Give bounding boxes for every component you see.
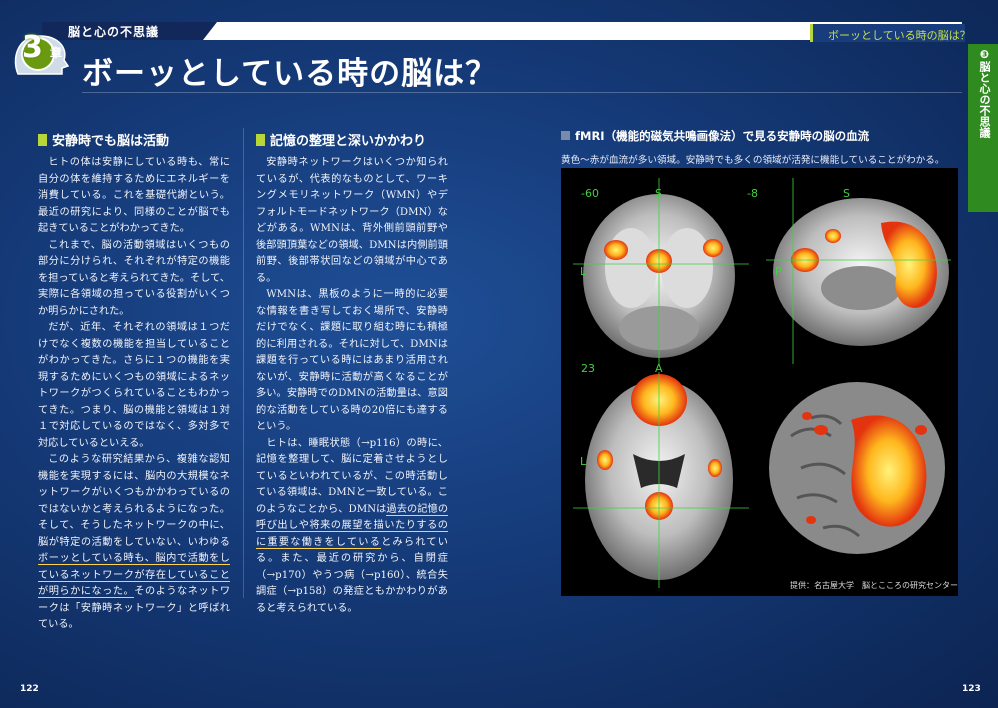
paragraph: WMNは、黒板のように一時的に必要な情報を書き写しておく場所で、安静時だけでなく… — [256, 289, 448, 432]
coronal-side-label: S — [655, 187, 662, 200]
axial-number-label: 23 — [581, 362, 595, 375]
figure-credit: 提供：名古屋大学 脳とこころの研究センター — [790, 581, 958, 590]
running-title: ボーッとしている時の脳は？ — [828, 29, 971, 42]
column-1-body: ヒトの体は安静にしている時も、常に自分の体を維持するためにエネルギーを消費してい… — [38, 155, 230, 634]
fmri-figure — [561, 168, 958, 596]
figure-caption: 黄色～赤が血流が多い領域。安静時でも多くの領域が活発に機能していることがわかる。 — [561, 155, 945, 166]
sagittal-number-label: -8 — [747, 187, 758, 200]
sagittal-marker: P — [775, 265, 782, 278]
figure-marker-icon — [561, 131, 570, 140]
column-2-body: 安静時ネットワークはいくつか知られているが、代表的なものとして、ワーキングメモリ… — [256, 155, 449, 618]
coronal-number-label: -60 — [581, 187, 599, 200]
chapter-side-tab-label: ❸脳と心の不思議 — [978, 48, 991, 138]
figure-title-text: fMRI（機能的磁気共鳴画像法）で見る安静時の脳の血流 — [575, 129, 870, 143]
surface-render — [769, 382, 945, 554]
sagittal-slice — [766, 178, 951, 364]
paragraph-text: このような研究結果から、複雑な認知機能を実現するには、脳内の大規模なネットワーク… — [38, 454, 230, 548]
chapter-number: 3 — [22, 30, 43, 65]
coronal-slice — [573, 178, 749, 364]
sagittal-side-label: S — [843, 187, 850, 200]
column-2-heading: 記憶の整理と深いかかわり — [256, 130, 426, 149]
paragraph: だが、近年、それぞれの領域は１つだけでなく複数の機能を担当していることがわかって… — [38, 322, 230, 449]
chapter-label: 章 — [50, 46, 63, 60]
paragraph-text: ヒトは、睡眠状態（→p116）の時に、記憶を整理して、脳に定着させようとしている… — [256, 437, 448, 515]
paragraph: 安静時ネットワークはいくつか知られているが、代表的なものとして、ワーキングメモリ… — [256, 157, 448, 284]
axial-side-label: A — [655, 362, 663, 375]
page-number-right: 123 — [962, 684, 981, 694]
section-tag: 脳と心の不思議 — [68, 25, 160, 39]
figure-title: fMRI（機能的磁気共鳴画像法）で見る安静時の脳の血流 — [561, 128, 869, 144]
column-1-heading: 安静時でも脳は活動 — [38, 130, 169, 149]
fmri-brain-scans — [573, 178, 951, 588]
paragraph: ヒトは、睡眠状態（→p116）の時に、記憶を整理して、脳に定着させようとしている… — [256, 436, 449, 618]
axial-left-marker: L — [580, 455, 587, 468]
paragraph: これまで、脳の活動領域はいくつもの部分に分けられ、それぞれが特定の機能を担ってい… — [38, 239, 230, 317]
page-number-left: 122 — [20, 684, 39, 694]
paragraph: このような研究結果から、複雑な認知機能を実現するには、脳内の大規模なネットワーク… — [38, 452, 230, 634]
title-divider — [82, 92, 962, 93]
axial-slice — [573, 372, 749, 588]
paragraph: ヒトの体は安静にしている時も、常に自分の体を維持するためにエネルギーを消費してい… — [38, 157, 230, 234]
page-title: ボーッとしている時の脳は？ — [82, 56, 498, 92]
coronal-left-marker: L — [580, 265, 587, 278]
column-divider — [243, 128, 244, 598]
